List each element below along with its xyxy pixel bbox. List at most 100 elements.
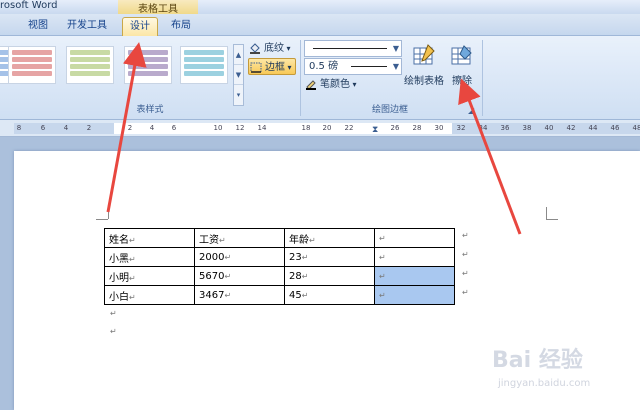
ruler-tick-label: 22 [344,124,354,132]
crop-mark [546,207,547,219]
table-cell[interactable]: 小白↵ [104,285,195,305]
ruler-tick-label: 48 [632,124,640,132]
table-cell[interactable]: ↵ [374,228,455,248]
ruler-tick-label: 4 [63,124,69,132]
cell-end-mark: ↵ [129,292,136,302]
cell-text: 3467 [199,289,225,301]
line-style-select[interactable]: ▼ [304,40,402,57]
cell-text: 45 [289,289,302,301]
paint-bucket-icon [250,43,260,54]
gallery-up-icon[interactable]: ▲ [234,45,243,65]
table-cell[interactable]: ↵ [374,285,455,305]
cell-end-mark: ↵ [224,252,232,262]
watermark-logo: Bai 经验 [492,348,583,373]
table-cell[interactable]: 2000↵ [194,247,285,267]
table-style-thumb[interactable] [124,46,172,84]
ruler-tick-label: 12 [235,124,245,132]
cell-text: 小明 [109,272,129,284]
ruler-tick-label: 32 [456,124,466,132]
table-style-thumb[interactable] [8,46,56,84]
table-row[interactable]: 小白↵ 3467↵ 45↵ ↵ [104,285,455,305]
cell-end-mark: ↵ [129,273,136,283]
ruler-tick-label: 40 [544,124,554,132]
ruler-tick-label: 8 [16,124,22,132]
table-cell[interactable]: 28↵ [284,266,375,286]
ruler-tick-label: 26 [390,124,400,132]
gallery-down-icon[interactable]: ▼ [234,65,243,85]
tab-layout[interactable]: 布局 [164,17,198,36]
ruler-tick-label: 10 [213,124,223,132]
shading-button[interactable]: 底纹 ▾ [248,40,291,57]
tab-developer[interactable]: 开发工具 [60,17,114,36]
crop-mark [96,219,108,220]
cell-end-mark: ↵ [301,290,309,300]
draw-table-icon [413,44,435,65]
ruler-tick-label: 4 [149,124,155,132]
gallery-scroll[interactable]: ▲ ▼ ▾ [233,44,244,106]
table-styles-group-label: 表样式 [136,105,164,115]
cell-text: 小白 [109,291,129,303]
ribbon: ▲ ▼ ▾ 底纹 ▾ 边框 ▾ 表样式 ▼ 0.5 磅 ▼ 笔颜色 ▾ 绘制表格 [0,36,640,120]
table-cell[interactable]: 姓名↵ [104,228,195,248]
group-separator [482,40,483,116]
table-cell[interactable]: 小明↵ [104,266,195,286]
cell-end-mark: ↵ [379,271,386,281]
eraser-button[interactable]: 擦除 [442,40,482,100]
ruler-tick-label: 34 [478,124,488,132]
row-end-mark: ↵ [462,288,469,297]
cell-end-mark: ↵ [129,235,136,245]
row-end-mark: ↵ [462,269,469,278]
cell-text: 2000 [199,251,225,263]
contextual-tab-title: 表格工具 [118,0,198,15]
table-cell[interactable]: 23↵ [284,247,375,267]
ruler-tick-label: 20 [322,124,332,132]
table-style-thumb[interactable] [66,46,114,84]
draw-table-button[interactable]: 绘制表格 [404,40,444,100]
borders-button[interactable]: 边框 ▾ [248,58,296,75]
tab-design[interactable]: 设计 [122,17,158,36]
dialog-launcher-icon[interactable]: ◢ [468,106,474,115]
row-end-mark: ↵ [462,250,469,259]
cell-end-mark: ↵ [301,252,309,262]
cell-end-mark: ↵ [309,235,316,245]
paragraph-mark: ↵ [110,309,117,318]
line-weight-select[interactable]: 0.5 磅 ▼ [304,58,402,75]
crop-mark [108,207,109,219]
table-row[interactable]: 姓名↵ 工资↵ 年龄↵ ↵ [104,228,455,248]
draw-borders-group-label: 绘图边框 [371,105,408,115]
data-table[interactable]: 姓名↵ 工资↵ 年龄↵ ↵ 小黑↵ 2000↵ 23↵ ↵ 小明↵ 5670↵ 28↵ ↵ 小白↵ 346… [104,228,455,305]
table-cell[interactable]: ↵ [374,266,455,286]
table-cell[interactable]: ↵ [374,247,455,267]
table-cell[interactable]: 5670↵ [194,266,285,286]
tab-view[interactable]: 视图 [20,17,56,36]
ruler-tick-label: 18 [301,124,311,132]
table-cell[interactable]: 3467↵ [194,285,285,305]
table-style-thumb[interactable] [180,46,228,84]
table-cell[interactable]: 45↵ [284,285,375,305]
pen-color-button[interactable]: 笔颜色 ▾ [304,76,357,93]
table-row[interactable]: 小黑↵ 2000↵ 23↵ ↵ [104,247,455,267]
ruler-tick-label: 6 [40,124,46,132]
cell-end-mark: ↵ [379,233,386,243]
eraser-label: 擦除 [452,76,472,87]
row-end-mark: ↵ [462,231,469,240]
ruler-tick-label: 28 [412,124,422,132]
ribbon-tab-row: 视图 开发工具 设计 布局 [0,14,640,36]
ruler-tick-label: 38 [522,124,532,132]
indent-marker-icon[interactable]: ⧗ [372,125,378,135]
cell-text: 28 [289,270,302,282]
table-cell[interactable]: 工资↵ [194,228,285,248]
watermark: Bai 经验 jingyan.baidu.com [492,342,632,402]
table-cell[interactable]: 小黑↵ [104,247,195,267]
horizontal-ruler[interactable]: 8 6 4 2 2 4 6 10 12 14 18 20 22 26 28 30 32 34 36 38 40 42 44 4… [0,120,640,137]
ruler-tick-label: 44 [588,124,598,132]
crop-mark [546,219,558,220]
app-title: rosoft Word [0,0,58,11]
table-cell[interactable]: 年龄↵ [284,228,375,248]
cell-text: 姓名 [109,234,129,246]
watermark-url: jingyan.baidu.com [498,378,591,389]
gallery-more-icon[interactable]: ▾ [234,85,243,105]
table-row[interactable]: 小明↵ 5670↵ 28↵ ↵ [104,266,455,286]
title-bar: rosoft Word 表格工具 [0,0,640,15]
ruler-tick-label: 46 [610,124,620,132]
